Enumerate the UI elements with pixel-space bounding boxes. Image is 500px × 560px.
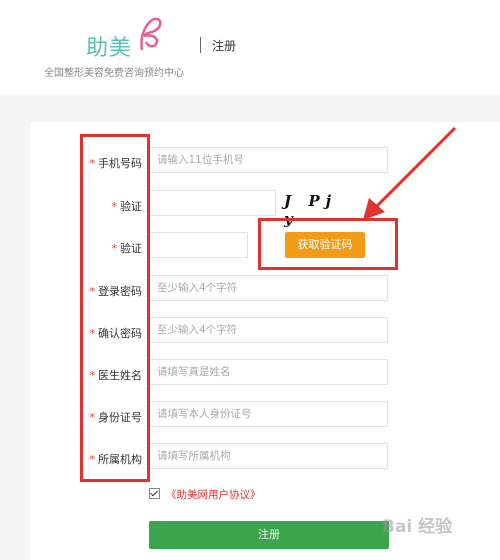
- get-code-highlight-box: [258, 218, 398, 270]
- agreement-checkbox[interactable]: [149, 488, 160, 499]
- logo-text[interactable]: 助美: [86, 30, 132, 62]
- doctor-name-input[interactable]: 请填写真是姓名: [148, 359, 388, 385]
- logo-tagline: 全国整形美容免费咨询预约中心: [44, 68, 184, 79]
- page-title: 注册: [212, 39, 237, 53]
- labels-highlight-box: [80, 134, 150, 482]
- baidu-watermark: Bai 经验: [382, 517, 453, 537]
- butterfly-logo-icon: [140, 17, 162, 51]
- institution-input[interactable]: 请填写所属机构: [148, 443, 388, 469]
- captcha-image[interactable]: J Pj y: [284, 192, 362, 228]
- captcha-input[interactable]: [148, 190, 276, 216]
- register-submit-button[interactable]: 注册: [149, 521, 389, 549]
- annotation-arrow-icon: [363, 126, 457, 220]
- site-header: 助美 全国整形美容免费咨询预约中心 注册: [0, 0, 500, 95]
- agreement-row: 《助美网用户协议》: [149, 487, 261, 502]
- header-divider: [200, 37, 201, 53]
- phone-input[interactable]: 请输入11位手机号: [148, 147, 388, 173]
- password-input[interactable]: 至少输入4个字符: [148, 275, 388, 301]
- confirm-password-input[interactable]: 至少输入4个字符: [148, 317, 388, 343]
- sms-code-input[interactable]: [148, 232, 248, 258]
- agreement-link[interactable]: 《助美网用户协议》: [166, 489, 261, 501]
- id-number-input[interactable]: 请填写本人身份证号: [148, 401, 388, 427]
